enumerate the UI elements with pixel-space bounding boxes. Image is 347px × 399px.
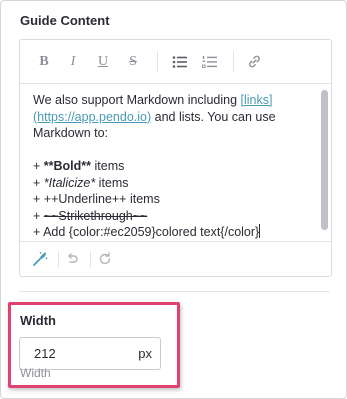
toolbar-divider [157,51,158,72]
width-title: Width [20,313,56,328]
redo-icon [99,252,111,265]
list-item-color: + Add {color:#ec2059}colored text{/color… [33,224,309,241]
list-suffix: items [91,159,125,173]
list-item-italic: + *Italicize* items [33,175,309,192]
width-unit-label: px [138,346,152,361]
list-item-bold: + **Bold** items [33,158,309,175]
width-input[interactable] [20,338,128,369]
colored-text-markup: + Add {color:#ec2059}colored text{/color… [33,225,260,239]
editor-bottom-bar [20,241,331,277]
strikethrough-button[interactable]: S [123,52,143,72]
section-divider [19,291,330,292]
bottom-bar-divider [58,251,59,268]
list-item-underline: + ++Underline++ items [33,192,160,206]
link-icon [248,55,260,68]
bulleted-list-button[interactable] [170,52,190,72]
bulleted-list-icon [172,56,187,68]
italic-button[interactable]: I [63,52,83,72]
markdown-link-text: [links] [240,93,273,107]
list-item-strikethrough: + ~~Strikethrough~~ [33,208,309,225]
magic-wand-button[interactable] [32,251,50,269]
magic-wand-icon [33,252,48,266]
italic-text: *Italicize* [43,175,96,190]
undo-button[interactable] [64,251,82,269]
bottom-bar-divider [90,251,91,268]
editor-scrollbar[interactable] [321,90,328,230]
width-sublabel: Width [20,366,51,380]
editor-blank-line [33,142,309,159]
bold-button[interactable]: B [34,52,54,72]
list-prefix: + [33,208,44,223]
numbered-list-icon [202,56,217,69]
guide-content-panel: Guide Content B I U S We also support Ma… [0,0,347,399]
toolbar-divider [233,51,234,72]
underline-button[interactable]: U [93,52,113,72]
list-prefix: + [33,175,44,190]
redo-button[interactable] [97,251,115,269]
undo-icon [68,253,78,263]
editor-toolbar: B I U S [20,40,331,84]
section-title: Guide Content [20,13,110,28]
list-prefix: + [33,159,44,173]
editor-line: (https://app.pendo.io) and lists. You ca… [33,109,309,126]
editor-content[interactable]: We also support Markdown including [link… [33,92,309,241]
rich-text-editor: B I U S We also support Markdown includi… [19,39,332,277]
link-button[interactable] [244,52,264,72]
editor-text: and lists. You can use [151,109,276,124]
bold-text: **Bold** [43,159,92,173]
editor-scroll-thumb[interactable] [321,90,328,230]
editor-text-area[interactable]: We also support Markdown including [link… [20,84,331,241]
text-cursor [259,224,261,238]
editor-line: We also support Markdown including [link… [33,92,309,109]
markdown-link-url: (https://app.pendo.io) [33,109,152,124]
editor-text: We also support Markdown including [33,93,241,107]
list-suffix: items [95,175,129,190]
numbered-list-button[interactable] [200,52,220,72]
editor-line: Markdown to: [33,126,109,140]
strikethrough-text: ~~Strikethrough~~ [43,208,148,223]
